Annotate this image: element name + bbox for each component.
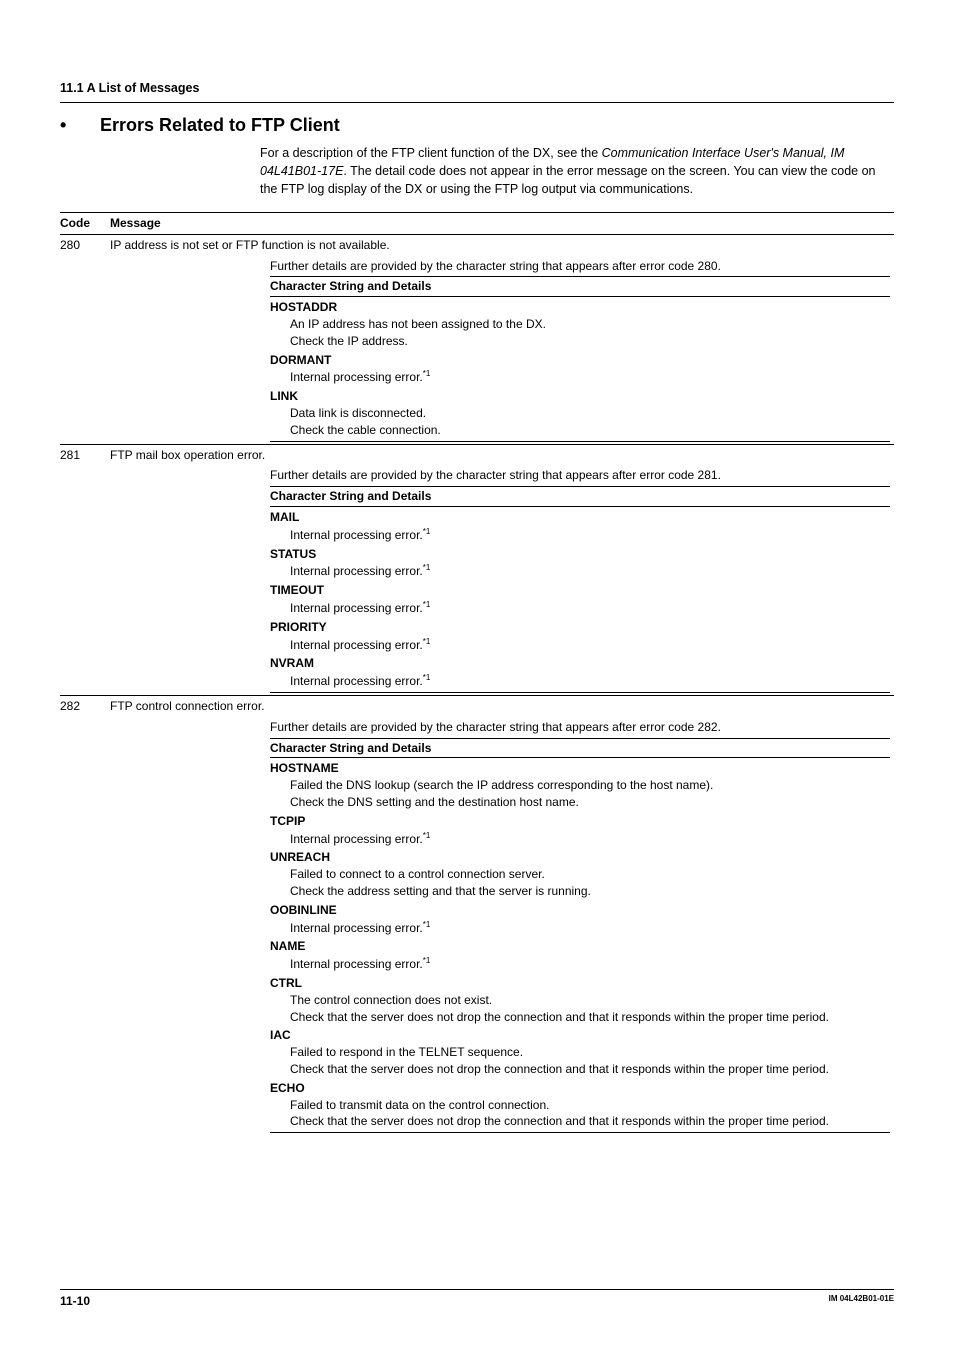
superscript-ref: *1 [423,527,431,536]
char-string-desc: Internal processing error.*1 [270,562,890,580]
error-table: Code Message 280IP address is not set or… [60,212,894,1135]
char-string-desc: An IP address has not been assigned to t… [270,316,890,333]
char-string-desc: Data link is disconnected. [270,405,890,422]
char-string-name: NAME [270,938,890,955]
char-string-name: PRIORITY [270,619,890,636]
char-string-name: ECHO [270,1080,890,1097]
char-string-name: UNREACH [270,849,890,866]
char-string-desc: Internal processing error.*1 [270,919,890,937]
char-string-desc: Internal processing error.*1 [270,672,890,693]
char-string-desc: Check the address setting and that the s… [270,883,890,900]
superscript-ref: *1 [423,956,431,965]
char-string-name: CTRL [270,975,890,992]
superscript-ref: *1 [423,637,431,646]
th-code: Code [60,213,110,235]
char-string-name: HOSTNAME [270,760,890,777]
section-header: 11.1 A List of Messages [60,80,894,103]
char-string-desc: Internal processing error.*1 [270,526,890,544]
doc-number: IM 04L42B01-01E [829,1293,894,1310]
detail-intro: Further details are provided by the char… [270,258,890,275]
th-message: Message [110,213,894,235]
char-string-desc: Check the IP address. [270,333,890,350]
intro-paragraph: For a description of the FTP client func… [260,144,894,198]
char-string-desc: Failed to connect to a control connectio… [270,866,890,883]
page-footer: 11-10 IM 04L42B01-01E [60,1289,894,1310]
char-string-desc: Failed the DNS lookup (search the IP add… [270,777,890,794]
detail-header: Character String and Details [270,276,890,297]
char-string-desc: Internal processing error.*1 [270,599,890,617]
char-string-name: HOSTADDR [270,299,890,316]
char-string-desc: Check the cable connection. [270,422,890,442]
detail-header: Character String and Details [270,738,890,759]
code-cell: 282 [60,695,110,716]
superscript-ref: *1 [423,563,431,572]
superscript-ref: *1 [423,673,431,682]
detail-intro: Further details are provided by the char… [270,467,890,484]
bullet-icon: • [60,116,100,134]
char-string-desc: Internal processing error.*1 [270,955,890,973]
superscript-ref: *1 [423,369,431,378]
intro-prefix: For a description of the FTP client func… [260,146,602,160]
char-string-name: TIMEOUT [270,582,890,599]
char-string-desc: Check the DNS setting and the destinatio… [270,794,890,811]
superscript-ref: *1 [423,920,431,929]
detail-intro: Further details are provided by the char… [270,719,890,736]
char-string-name: MAIL [270,509,890,526]
message-cell: FTP control connection error. [110,695,894,716]
page-subheading: Errors Related to FTP Client [100,113,340,138]
char-string-name: DORMANT [270,352,890,369]
char-string-desc: Failed to respond in the TELNET sequence… [270,1044,890,1061]
detail-header: Character String and Details [270,486,890,507]
superscript-ref: *1 [423,600,431,609]
char-string-desc: Failed to transmit data on the control c… [270,1097,890,1114]
char-string-desc: Internal processing error.*1 [270,830,890,848]
char-string-name: LINK [270,388,890,405]
code-cell: 281 [60,444,110,465]
char-string-desc: Internal processing error.*1 [270,368,890,386]
message-cell: IP address is not set or FTP function is… [110,234,894,255]
char-string-desc: Internal processing error.*1 [270,636,890,654]
char-string-name: TCPIP [270,813,890,830]
superscript-ref: *1 [423,831,431,840]
char-string-desc: Check that the server does not drop the … [270,1009,890,1026]
page-number: 11-10 [60,1293,90,1310]
message-cell: FTP mail box operation error. [110,444,894,465]
code-cell: 280 [60,234,110,255]
char-string-name: IAC [270,1027,890,1044]
char-string-desc: Check that the server does not drop the … [270,1113,890,1133]
char-string-name: OOBINLINE [270,902,890,919]
intro-suffix: . The detail code does not appear in the… [260,164,875,196]
char-string-name: NVRAM [270,655,890,672]
char-string-name: STATUS [270,546,890,563]
char-string-desc: The control connection does not exist. [270,992,890,1009]
char-string-desc: Check that the server does not drop the … [270,1061,890,1078]
title-row: • Errors Related to FTP Client [60,113,894,138]
